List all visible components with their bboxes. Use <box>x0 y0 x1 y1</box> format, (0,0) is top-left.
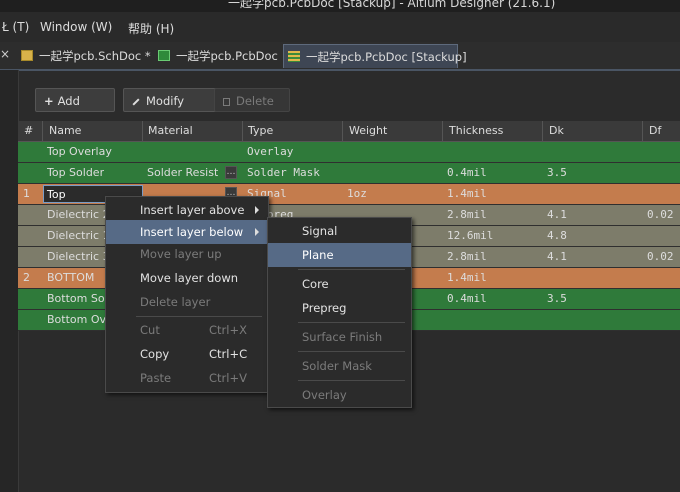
table-row[interactable]: Top Overlay Overlay <box>18 142 680 163</box>
table-header: # Name Material Type Weight Thickness Dk… <box>18 121 680 142</box>
submenu-item-plane[interactable]: Plane <box>268 243 411 267</box>
col-header-type[interactable]: Type <box>248 124 273 137</box>
title-bar: 一起学pcb.PcbDoc [Stackup] - Altium Designe… <box>0 0 680 12</box>
material-picker-button[interactable]: … <box>225 166 237 179</box>
col-header-num[interactable]: # <box>24 124 33 137</box>
cell-num: 2 <box>23 271 30 284</box>
menu-item-window[interactable]: Window (W) <box>40 20 112 34</box>
cell-thickness: 12.6mil <box>447 229 494 242</box>
trash-icon <box>223 97 230 106</box>
tab-pcbdoc[interactable]: 一起学pcb.PcbDoc <box>154 44 278 68</box>
col-header-material[interactable]: Material <box>148 124 193 137</box>
window-title: 一起学pcb.PcbDoc [Stackup] - Altium Designe… <box>228 0 556 10</box>
modify-button[interactable]: Modify <box>123 88 218 112</box>
cell-thickness: 0.4mil <box>447 292 487 305</box>
modify-label: Modify <box>146 94 185 108</box>
cell-name: Dielectric 1 <box>47 229 110 242</box>
tab-label: 一起学pcb.PcbDoc <box>176 49 278 63</box>
cell-thickness: 1.4mil <box>447 271 487 284</box>
cell-dk: 4.8 <box>547 229 567 242</box>
chevron-right-icon <box>255 228 259 236</box>
cell-name: Top Solder <box>47 166 105 179</box>
submenu-item-surface-finish[interactable]: Surface Finish <box>268 325 382 349</box>
delete-button[interactable]: Delete <box>214 88 290 112</box>
cell-weight: 1oz <box>347 187 367 200</box>
cell-thickness: 0.4mil <box>447 166 487 179</box>
cell-thickness: 2.8mil <box>447 250 487 263</box>
cell-type: Solder Mask <box>247 166 320 179</box>
tab-stackup[interactable]: 一起学pcb.PcbDoc [Stackup] <box>283 44 467 68</box>
stackup-toolbar: + Add Modify Delete <box>18 80 680 120</box>
left-panel-strip <box>0 70 19 492</box>
menu-item-move-up[interactable]: Move layer up <box>106 242 222 266</box>
add-button[interactable]: + Add <box>35 88 115 112</box>
submenu-item-core[interactable]: Core <box>268 272 329 296</box>
cell-dk: 3.5 <box>547 292 567 305</box>
close-icon[interactable]: × <box>0 47 10 61</box>
col-header-weight[interactable]: Weight <box>349 124 387 137</box>
cell-name: Top Overlay <box>47 145 112 158</box>
cell-thickness: 2.8mil <box>447 208 487 221</box>
submenu-item-overlay[interactable]: Overlay <box>268 383 347 407</box>
cell-dk: 3.5 <box>547 166 567 179</box>
col-header-name[interactable]: Name <box>49 124 81 137</box>
menu-item-delete-layer[interactable]: Delete layer <box>106 290 210 314</box>
cell-df: 0.02 <box>647 250 674 263</box>
plus-icon: + <box>44 94 54 108</box>
col-header-df[interactable]: Df <box>649 124 661 137</box>
cell-type: Overlay <box>247 145 294 158</box>
col-header-thickness[interactable]: Thickness <box>449 124 503 137</box>
stackup-doc-icon <box>288 51 300 62</box>
menu-item-insert-below[interactable]: Insert layer below <box>106 220 268 244</box>
menu-item-copy[interactable]: Copy Ctrl+C <box>106 342 268 366</box>
menu-item-cut[interactable]: Cut Ctrl+X <box>106 318 268 342</box>
cell-num: 1 <box>23 187 30 200</box>
menu-item-help[interactable]: 帮助 (H) <box>128 20 174 37</box>
cell-dk: 4.1 <box>547 208 567 221</box>
submenu-item-prepreg[interactable]: Prepreg <box>268 296 346 320</box>
cell-df: 0.02 <box>647 208 674 221</box>
chevron-right-icon <box>255 206 259 214</box>
tab-label: 一起学pcb.PcbDoc [Stackup] <box>306 50 467 64</box>
cell-dk: 4.1 <box>547 250 567 263</box>
schematic-doc-icon <box>21 50 33 61</box>
menu-item-tools[interactable]: Ł (T) <box>2 20 29 34</box>
delete-label: Delete <box>236 94 274 108</box>
pencil-icon <box>132 97 140 106</box>
add-label: Add <box>57 94 80 108</box>
submenu-item-solder-mask[interactable]: Solder Mask <box>268 354 372 378</box>
col-header-dk[interactable]: Dk <box>549 124 564 137</box>
tab-label: 一起学pcb.SchDoc * <box>39 49 151 63</box>
submenu-item-signal[interactable]: Signal <box>268 219 411 243</box>
tab-schdoc[interactable]: 一起学pcb.SchDoc * <box>17 44 151 68</box>
pcb-doc-icon <box>158 50 170 61</box>
context-menu: Insert layer above Insert layer below Mo… <box>105 196 269 393</box>
cell-material: Solder Resist <box>147 166 219 179</box>
menu-item-move-down[interactable]: Move layer down <box>106 266 238 290</box>
menu-bar: Ł (T) Window (W) 帮助 (H) <box>0 12 680 42</box>
cell-thickness: 1.4mil <box>447 187 487 200</box>
document-tab-bar: × 一起学pcb.SchDoc * 一起学pcb.PcbDoc 一起学pcb.P… <box>0 42 680 71</box>
menu-item-paste[interactable]: Paste Ctrl+V <box>106 366 268 390</box>
cell-name: BOTTOM <box>47 271 95 284</box>
menu-item-insert-above[interactable]: Insert layer above <box>106 198 268 222</box>
insert-below-submenu: Signal Plane Core Prepreg Surface Finish… <box>267 217 412 408</box>
cell-name: Dielectric 3 <box>47 250 110 263</box>
table-row[interactable]: Top Solder Solder Resist … Solder Mask 0… <box>18 163 680 184</box>
cell-name: Dielectric 2 <box>47 208 110 221</box>
